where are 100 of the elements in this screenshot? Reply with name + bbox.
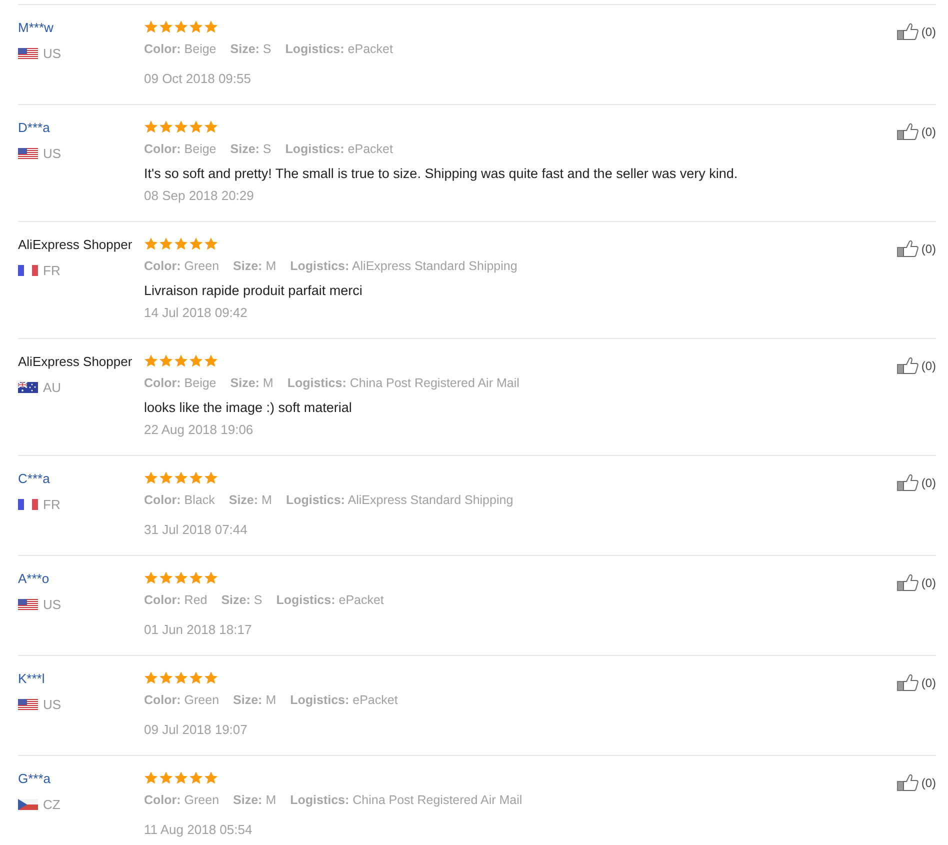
review-text: looks like the image :) soft material	[144, 399, 353, 417]
product-attribute: Color: Green	[144, 259, 220, 273]
review-date: 22 Aug 2018 19:06	[144, 421, 254, 439]
helpful-button[interactable]: (0)	[897, 23, 936, 40]
thumbs-up-icon	[897, 240, 920, 257]
buyer-name-link[interactable]: D***a	[18, 120, 50, 134]
flag-icon	[18, 598, 38, 610]
country-code: US	[43, 696, 62, 712]
helpful-button[interactable]: (0)	[897, 357, 936, 374]
star-icon	[159, 771, 173, 785]
product-attribute: Color: Black	[144, 493, 215, 507]
product-attribute: Size: S	[221, 593, 262, 607]
star-icon	[144, 354, 158, 368]
star-icon	[204, 471, 218, 485]
review-date: 14 Jul 2018 09:42	[144, 304, 248, 322]
product-attribute: Size: M	[233, 259, 276, 273]
review-date: 01 Jun 2018 18:17	[144, 621, 253, 639]
flag-icon	[18, 798, 38, 810]
country-code: FR	[43, 496, 60, 512]
product-attribute: Color: Beige	[144, 376, 216, 390]
helpful-button[interactable]: (0)	[897, 240, 936, 257]
product-attribute: Size: S	[230, 42, 272, 56]
buyer-name: AliExpress Shopper	[18, 236, 132, 252]
review-date: 11 Aug 2018 05:54	[144, 821, 254, 839]
star-icon	[189, 20, 203, 34]
star-icon	[204, 571, 218, 585]
star-icon	[174, 237, 188, 251]
star-icon	[159, 671, 173, 685]
country-code: US	[43, 596, 62, 612]
country-code: US	[43, 146, 62, 160]
star-icon	[189, 571, 203, 585]
product-attribute: Logistics: ePacket	[290, 693, 398, 707]
star-icon	[174, 20, 188, 34]
product-attribute: Logistics: ePacket	[285, 42, 393, 56]
buyer-name-link[interactable]: M***w	[18, 20, 54, 34]
product-attribute: Color: Beige	[144, 142, 216, 156]
review-text: Livraison rapide produit parfait merci	[144, 282, 364, 300]
star-icon	[159, 354, 173, 368]
star-icon	[174, 354, 188, 368]
product-attribute: Logistics: AliExpress Standard Shipping	[290, 259, 518, 273]
star-icon	[159, 120, 173, 134]
product-attribute: Color: Green	[144, 693, 220, 707]
star-icon	[144, 237, 158, 251]
product-attribute: Logistics: China Post Registered Air Mail	[287, 376, 520, 390]
buyer-name-link[interactable]: A***o	[18, 570, 50, 586]
country-code: US	[43, 46, 62, 60]
helpful-button[interactable]: (0)	[897, 774, 936, 791]
star-icon	[159, 20, 173, 34]
star-icon	[159, 237, 173, 251]
country-code: CZ	[43, 796, 60, 812]
helpful-button[interactable]: (0)	[897, 674, 936, 691]
product-attribute: Color: Red	[144, 593, 208, 607]
flag-icon	[18, 264, 38, 276]
product-attribute: Logistics: ePacket	[276, 593, 384, 607]
star-icon	[204, 671, 218, 685]
product-attribute: Size: S	[230, 142, 272, 156]
thumbs-up-icon	[897, 774, 920, 791]
thumbs-up-icon	[897, 674, 920, 691]
thumbs-up-icon	[897, 123, 920, 140]
country-code: AU	[43, 380, 62, 394]
buyer-name-link[interactable]: C***a	[18, 470, 50, 486]
flag-icon	[18, 498, 38, 510]
star-icon	[174, 771, 188, 785]
helpful-button[interactable]: (0)	[897, 123, 936, 140]
product-attribute: Logistics: AliExpress Standard Shipping	[286, 493, 514, 507]
star-icon	[144, 671, 158, 685]
product-attribute: Size: M	[233, 793, 276, 807]
star-icon	[189, 354, 203, 368]
star-icon	[204, 771, 218, 785]
star-icon	[204, 20, 218, 34]
star-icon	[189, 471, 203, 485]
buyer-name-link[interactable]: G***a	[18, 770, 51, 786]
star-icon	[189, 671, 203, 685]
product-attribute: Color: Beige	[144, 42, 216, 56]
star-icon	[204, 354, 218, 368]
star-icon	[204, 237, 218, 251]
product-attribute: Size: M	[228, 493, 272, 507]
buyer-name: AliExpress Shopper	[18, 354, 132, 368]
star-icon	[144, 20, 158, 34]
star-icon	[174, 571, 188, 585]
thumbs-up-icon	[897, 574, 920, 591]
star-icon	[144, 771, 158, 785]
helpful-button[interactable]: (0)	[897, 474, 936, 491]
product-attribute: Size: M	[233, 693, 276, 707]
product-attribute: Logistics: ePacket	[285, 142, 393, 156]
star-icon	[204, 120, 218, 134]
star-icon	[174, 120, 188, 134]
helpful-button[interactable]: (0)	[897, 574, 936, 591]
review-date: 31 Jul 2018 07:44	[144, 521, 248, 539]
thumbs-up-icon	[897, 357, 920, 374]
buyer-name-link[interactable]: K***l	[18, 670, 45, 686]
review-date: 09 Jul 2018 19:07	[144, 721, 248, 739]
star-icon	[144, 120, 158, 134]
flag-icon	[18, 148, 38, 158]
star-icon	[174, 471, 188, 485]
thumbs-up-icon	[897, 474, 920, 491]
star-icon	[189, 237, 203, 251]
flag-icon	[18, 698, 38, 710]
review-date: 08 Sep 2018 20:29	[144, 187, 255, 205]
star-icon	[144, 471, 158, 485]
